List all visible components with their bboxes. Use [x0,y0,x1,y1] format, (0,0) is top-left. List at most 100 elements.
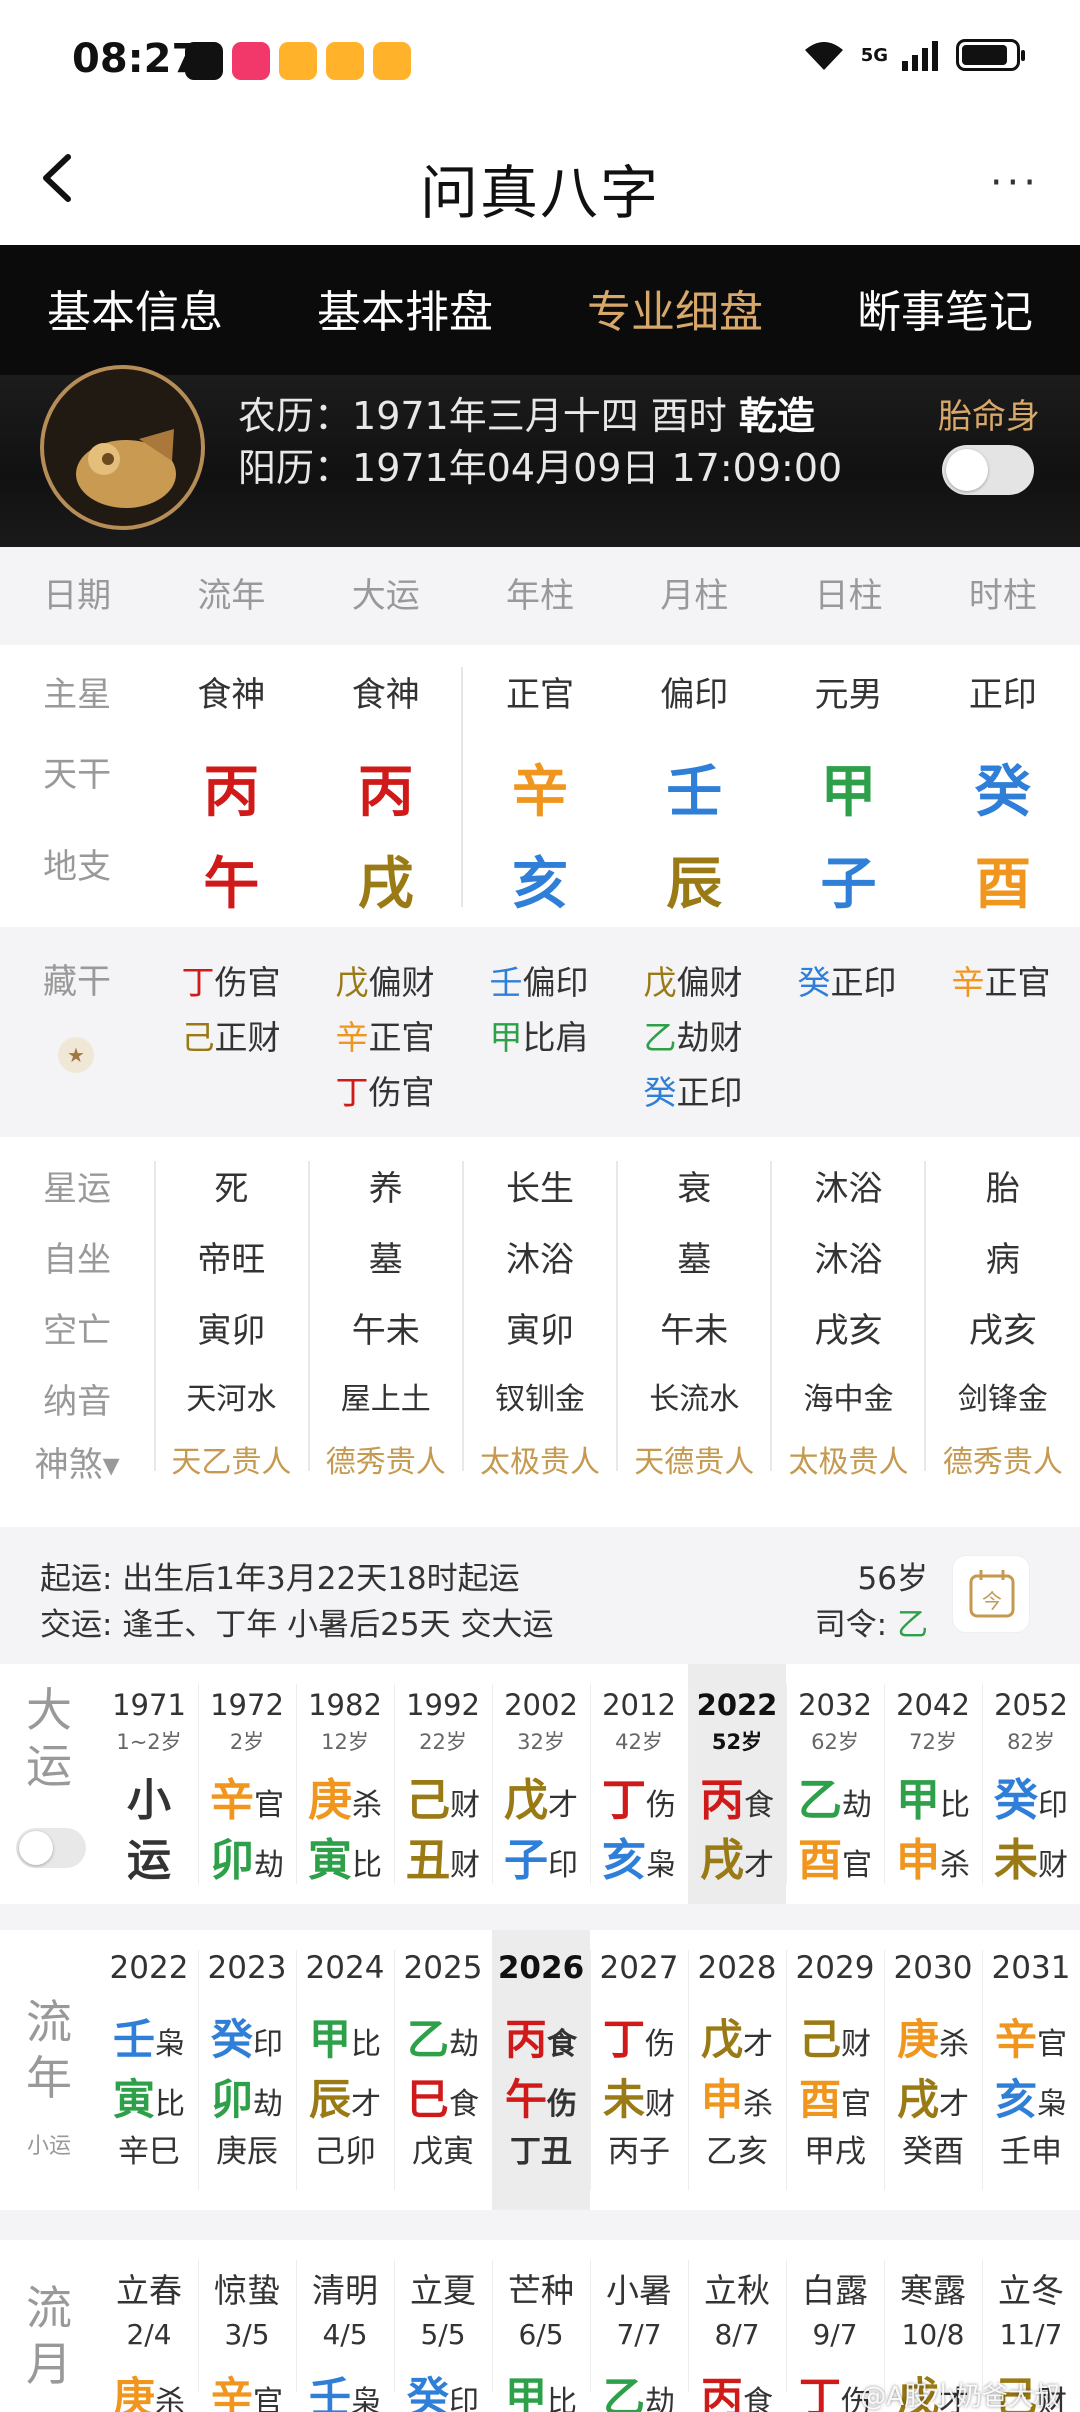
liuyue-dt: 4/5 [322,2318,368,2351]
liuyue-column[interactable]: 清明 4/5 壬枭 [296,2240,394,2412]
liuyue-g: 庚杀 [112,2373,185,2412]
liuyue-jq: 芒种 [508,2271,574,2310]
liunian-column[interactable]: 2028 戊才 申杀 乙亥 [688,1930,786,2210]
tiangan-cell: 丙 [357,760,414,825]
liunian-g: 丁伤 [602,2015,675,2064]
tab-pro-chart[interactable]: 专业细盘 [540,245,810,380]
liuyue-column[interactable]: 立夏 5/5 癸印 [394,2240,492,2412]
network-label: 5G [860,44,888,66]
liuyue-dt: 3/5 [224,2318,270,2351]
pin-icon[interactable]: ★ [58,1037,94,1073]
dayun-z: 戌才 [700,1835,774,1886]
liunian-column[interactable]: 2029 己财 酉官 甲戌 [786,1930,884,2210]
more-menu-icon[interactable]: ··· [990,160,1040,206]
shensha-cell[interactable]: 德秀贵人 [926,1437,1080,1486]
liuyue-column[interactable]: 芒种 6/5 甲比 [492,2240,590,2412]
liunian-g: 丙食 [504,2015,577,2064]
dayun-column[interactable]: 2002 32岁 戊才 子印 [492,1664,590,1904]
liunian-gz: 壬申 [1000,2134,1062,2170]
dayun-column[interactable]: 2052 82岁 癸印 未财 [982,1664,1080,1904]
liunian-column[interactable]: 2025 乙劫 巳食 戊寅 [394,1930,492,2210]
dayun-z: 申杀 [896,1835,970,1886]
liunian-gz: 癸酉 [902,2134,964,2170]
tai-ming-shen-toggle[interactable] [942,445,1034,495]
dayun-column[interactable]: 2022 52岁 丙食 戌才 [688,1664,786,1904]
dayun-yr: 1992 [406,1688,480,1722]
dayun-column[interactable]: 1992 22岁 己财 丑财 [394,1664,492,1904]
dayun-age: 32岁 [517,1730,565,1754]
canggan-item: 己正财 [181,1018,281,1057]
liunian-column[interactable]: 2027 丁伤 未财 丙子 [590,1930,688,2210]
calendar-today-icon[interactable]: 今 [952,1555,1030,1633]
tab-notes[interactable]: 断事笔记 [810,245,1080,380]
dayun-age: 1~2岁 [116,1730,182,1754]
liunian-z: 寅比 [112,2075,185,2124]
liunian-z: 辰才 [308,2075,381,2124]
shensha-cell[interactable]: 天德贵人 [617,1437,771,1486]
liunian-yr: 2023 [207,1950,287,1986]
canggan-item: 丁伤官 [181,963,281,1002]
liuyue-column[interactable]: 惊蛰 3/5 辛官 [198,2240,296,2412]
liunian-column[interactable]: 2024 甲比 辰才 己卯 [296,1930,394,2210]
shensha-cell[interactable]: 太极贵人 [771,1437,925,1486]
dayun-z: 子印 [504,1835,578,1886]
liuyue-column[interactable]: 小暑 7/7 乙劫 [590,2240,688,2412]
shensha-cell[interactable]: 德秀贵人 [309,1437,463,1486]
liunian-gz: 己卯 [314,2134,376,2170]
canggan-item: 乙劫财 [643,1018,743,1057]
douyin-app-icon [185,42,223,80]
shensha-cell[interactable]: 天乙贵人 [154,1437,308,1486]
liunian-column[interactable]: 2026 丙食 午伤 丁丑 [492,1930,590,2210]
liunian-yr: 2030 [893,1950,973,1986]
dayun-yr: 2052 [994,1688,1068,1722]
dayun-age: 52岁 [711,1730,763,1754]
dizhi-cell: 戌 [357,852,414,917]
liuyue-jq: 立秋 [704,2271,770,2310]
liunian-z: 午伤 [504,2075,577,2124]
dayun-g: 小 [127,1775,171,1826]
zhuxing-cell: 元男 [814,675,883,715]
dizhi-cell: 亥 [511,852,568,917]
canggan-column: 癸正印 [770,955,924,1010]
tab-basic-info[interactable]: 基本信息 [0,245,270,380]
jiaoyun-line: 交运: 逢壬、丁年 小暑后25天 交大运 [40,1607,554,1643]
liunian-column[interactable]: 2022 壬枭 寅比 辛巳 [100,1930,198,2210]
dayun-toggle[interactable] [16,1828,86,1868]
dayun-column[interactable]: 2032 62岁 乙劫 酉官 [786,1664,884,1904]
liunian-g: 乙劫 [406,2015,479,2064]
liunian-column[interactable]: 2031 辛官 亥枭 壬申 [982,1930,1080,2210]
tab-bar: 基本信息 基本排盘 专业细盘 断事笔记 [0,245,1080,380]
liunian-g: 庚杀 [896,2015,969,2064]
dayun-column[interactable]: 1982 12岁 庚杀 寅比 [296,1664,394,1904]
canggan-item: 辛正官 [335,1018,435,1057]
liuyue-column[interactable]: 立春 2/4 庚杀 [100,2240,198,2412]
zhuxing-row: 主星 食神 食神 正官 偏印 元男 正印 [0,667,1080,716]
liunian-column[interactable]: 2030 庚杀 戌才 癸酉 [884,1930,982,2210]
dizhi-cell: 午 [203,852,260,917]
liuyue-dt: 9/7 [812,2318,858,2351]
dayun-column[interactable]: 2012 42岁 丁伤 亥枭 [590,1664,688,1904]
liuyue-g: 甲比 [504,2373,577,2412]
canggan-column: 戊偏财 辛正官 丁伤官 [308,955,462,1120]
canggan-section: 藏干 ★ 丁伤官 己正财 戊偏财 辛正官 丁伤官 壬偏印 甲比肩 戊偏财 乙劫财 癸正印 癸正印 辛正… [0,927,1080,1137]
dayun-column[interactable]: 1972 2岁 辛官 卯劫 [198,1664,296,1904]
dayun-z: 亥枭 [602,1835,676,1886]
dayun-column[interactable]: 2042 72岁 甲比 申杀 [884,1664,982,1904]
qiyun-info: 起运: 出生后1年3月22天18时起运 交运: 逢壬、丁年 小暑后25天 交大运… [0,1527,1080,1664]
liunian-column[interactable]: 2023 癸印 卯劫 庚辰 [198,1930,296,2210]
liuyue-g: 癸印 [406,2373,479,2412]
dayun-column[interactable]: 1971 1~2岁小运 [100,1664,198,1904]
liuyue-dt: 5/5 [420,2318,466,2351]
dayun-g: 辛官 [210,1775,284,1826]
shensha-cell[interactable]: 太极贵人 [463,1437,617,1486]
liuyue-dt: 11/7 [999,2318,1063,2351]
liuyue-dt: 2/4 [126,2318,172,2351]
liuyue-column[interactable]: 立秋 8/7 丙食 [688,2240,786,2412]
liunian-yr: 2022 [109,1950,189,1986]
shensha-dropdown[interactable]: 神煞▾ [0,1437,154,1486]
liunian-yr: 2025 [403,1950,483,1986]
kongwang-row: 空亡 寅卯 午未 寅卯 午未 戌亥 戌亥 [43,1311,1037,1351]
liuyue-jq: 小暑 [606,2271,672,2310]
liuyue-dt: 7/7 [616,2318,662,2351]
tab-basic-chart[interactable]: 基本排盘 [270,245,540,380]
